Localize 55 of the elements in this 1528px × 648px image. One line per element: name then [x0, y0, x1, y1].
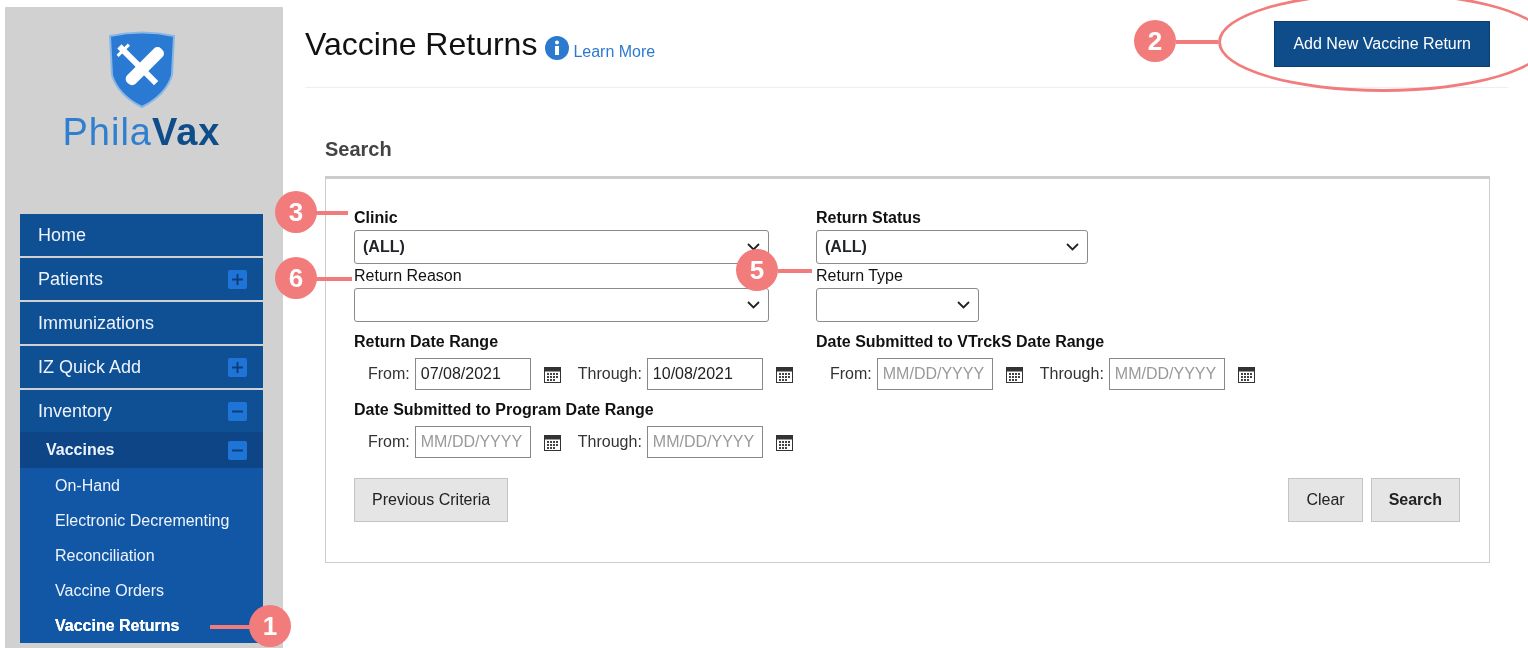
calendar-icon[interactable]: [543, 433, 561, 451]
callout-badge: 6: [275, 257, 317, 299]
nav-item[interactable]: Patients: [20, 258, 263, 300]
clear-button[interactable]: Clear: [1288, 478, 1363, 522]
callout-badge: 2: [1134, 20, 1176, 62]
field-label: Clinic: [354, 208, 398, 228]
callout-badge: 5: [736, 249, 778, 291]
chevron-down-icon: [747, 243, 760, 251]
field-label: Through:: [577, 364, 642, 384]
chevron-down-icon: [1066, 243, 1079, 251]
nav-item[interactable]: IZ Quick Add: [20, 346, 263, 388]
logo-text: PhilaVax: [62, 113, 221, 151]
field-label: Return Type: [816, 266, 903, 286]
add-return-button[interactable]: Add New Vaccine Return: [1274, 20, 1490, 67]
date-input[interactable]: MM/DD/YYYY: [646, 426, 763, 458]
select-field[interactable]: [354, 288, 769, 322]
date-input[interactable]: MM/DD/YYYY: [1108, 358, 1225, 390]
field-label: Date Submitted to Program Date Range: [354, 400, 654, 420]
calendar-icon[interactable]: [775, 433, 793, 451]
previous-criteria-button[interactable]: Previous Criteria: [354, 478, 509, 522]
field-label: From:: [368, 364, 410, 384]
calendar-icon[interactable]: [775, 365, 793, 383]
field-label: Return Date Range: [354, 332, 499, 352]
field-label: From:: [368, 432, 410, 452]
field-label: Date Submitted to VTrckS Date Range: [816, 332, 1105, 352]
field-label: Through:: [1039, 364, 1104, 384]
search-button[interactable]: Search: [1370, 478, 1460, 522]
nav-item[interactable]: Electronic Decrementing: [20, 503, 263, 538]
date-input[interactable]: 07/08/2021: [414, 358, 531, 390]
chevron-down-icon: [957, 301, 970, 309]
date-input[interactable]: 10/08/2021: [646, 358, 763, 390]
section-heading: Search: [325, 137, 393, 162]
nav-item[interactable]: Inventory: [20, 390, 263, 432]
calendar-icon[interactable]: [1237, 365, 1255, 383]
nav-item[interactable]: Home: [20, 214, 263, 256]
chevron-down-icon: [747, 301, 760, 309]
calendar-icon[interactable]: [543, 365, 561, 383]
select-field[interactable]: [816, 288, 979, 322]
field-label: Return Reason: [354, 266, 462, 286]
page-title: Vaccine Returns: [305, 24, 538, 64]
nav-item[interactable]: Reconciliation: [20, 538, 263, 573]
nav-item[interactable]: Immunizations: [20, 302, 263, 344]
callout-badge: 3: [275, 191, 317, 233]
date-input[interactable]: MM/DD/YYYY: [876, 358, 993, 390]
select-field[interactable]: (ALL): [816, 230, 1088, 264]
calendar-icon[interactable]: [1005, 365, 1023, 383]
info-icon: [545, 35, 570, 60]
learn-more-link[interactable]: Learn More: [573, 39, 656, 64]
nav-item[interactable]: On-Hand: [20, 468, 263, 503]
date-input[interactable]: MM/DD/YYYY: [414, 426, 531, 458]
nav-item[interactable]: Vaccine Orders: [20, 573, 263, 608]
field-label: Through:: [577, 432, 642, 452]
field-label: Return Status: [816, 208, 921, 228]
nav-item[interactable]: Vaccines: [20, 432, 263, 468]
field-label: From:: [830, 364, 872, 384]
